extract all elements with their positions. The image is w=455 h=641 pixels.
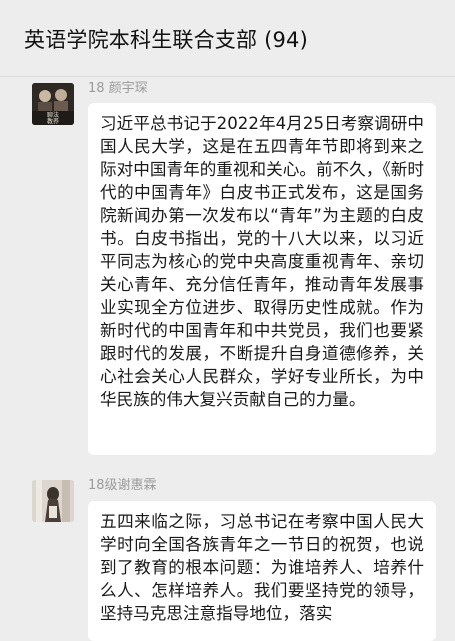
message-text: 五四来临之际，习总书记在考察中国人民大学时向全国各族青年之一节日的祝贺，也说到了… — [100, 512, 424, 623]
svg-text:教养: 教养 — [47, 118, 59, 126]
chat-header: 英语学院本科生联合支部 (94) — [0, 0, 455, 77]
avatar[interactable] — [32, 480, 74, 522]
message-text: 习近平总书记于2022年4月25日考察调研中国人民大学，这是在五四青年节即将到来… — [100, 114, 424, 409]
chat-title: 英语学院本科生联合支部 (94) — [24, 28, 308, 52]
message-bubble[interactable]: 习近平总书记于2022年4月25日考察调研中国人民大学，这是在五四青年节即将到来… — [88, 103, 436, 455]
sender-name: 18 颜宇琛 — [88, 81, 148, 96]
sender-name: 18级谢惠霖 — [88, 478, 157, 493]
avatar-image: 聊法 教养 — [32, 83, 74, 125]
avatar[interactable]: 聊法 教养 — [32, 83, 74, 125]
message-bubble[interactable]: 五四来临之际，习总书记在考察中国人民大学时向全国各族青年之一节日的祝贺，也说到了… — [88, 501, 436, 641]
avatar-image — [32, 480, 74, 522]
